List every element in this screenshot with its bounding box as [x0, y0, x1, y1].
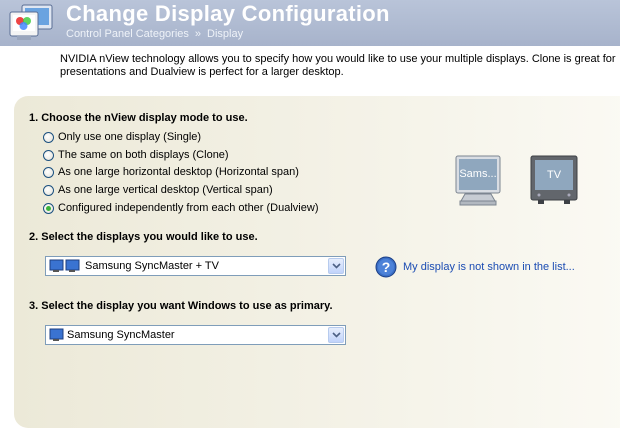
page-header: Change Display Configuration Control Pan… [0, 0, 620, 46]
page-title: Change Display Configuration [66, 1, 390, 26]
displays-dropdown-value: Samsung SyncMaster + TV [85, 260, 219, 272]
radio-vertical-span[interactable]: As one large vertical desktop (Vertical … [43, 182, 273, 198]
radio-dualview[interactable]: Configured independently from each other… [43, 200, 318, 216]
radio-button[interactable] [43, 149, 54, 161]
radio-button[interactable] [43, 166, 54, 178]
radio-button[interactable] [43, 184, 54, 196]
primary-display-dropdown[interactable]: Samsung SyncMaster [45, 325, 346, 345]
breadcrumb: Control Panel Categories » Display [66, 28, 243, 40]
section-3-title: 3. Select the display you want Windows t… [29, 300, 333, 312]
radio-label: As one large horizontal desktop (Horizon… [58, 166, 299, 178]
radio-button[interactable] [43, 131, 54, 143]
svg-text:?: ? [382, 259, 391, 275]
section-1-title: 1. Choose the nView display mode to use. [29, 112, 248, 124]
chevron-down-icon[interactable] [328, 327, 344, 343]
radio-label: Only use one display (Single) [58, 131, 202, 143]
help-icon[interactable]: ? [375, 256, 397, 278]
monitor-icon [49, 328, 64, 341]
monitor-preview-tv[interactable]: TV [530, 155, 578, 205]
breadcrumb-separator: » [194, 28, 202, 40]
radio-button-selected[interactable] [43, 202, 54, 214]
monitor-icon [455, 155, 501, 206]
display-settings-icon [9, 4, 53, 40]
dual-monitor-icon [49, 259, 80, 272]
radio-single[interactable]: Only use one display (Single) [43, 129, 201, 145]
display-not-shown-link[interactable]: My display is not shown in the list... [403, 261, 575, 273]
tv-label: TV [546, 169, 562, 181]
breadcrumb-display[interactable]: Display [207, 28, 243, 40]
displays-dropdown[interactable]: Samsung SyncMaster + TV [45, 256, 346, 276]
description-text: NVIDIA nView technology allows you to sp… [60, 53, 616, 78]
monitor-preview-samsung[interactable]: Sams... [455, 155, 501, 207]
radio-label: The same on both displays (Clone) [58, 149, 229, 161]
breadcrumb-control-panel-categories[interactable]: Control Panel Categories [66, 28, 189, 40]
radio-label: As one large vertical desktop (Vertical … [58, 184, 273, 196]
chevron-down-icon[interactable] [328, 258, 344, 274]
primary-display-dropdown-value: Samsung SyncMaster [67, 329, 175, 341]
monitor-label: Sams... [459, 168, 497, 180]
radio-label: Configured independently from each other… [58, 202, 319, 214]
radio-clone[interactable]: The same on both displays (Clone) [43, 147, 229, 163]
radio-horizontal-span[interactable]: As one large horizontal desktop (Horizon… [43, 164, 299, 180]
section-2-title: 2. Select the displays you would like to… [29, 231, 258, 243]
